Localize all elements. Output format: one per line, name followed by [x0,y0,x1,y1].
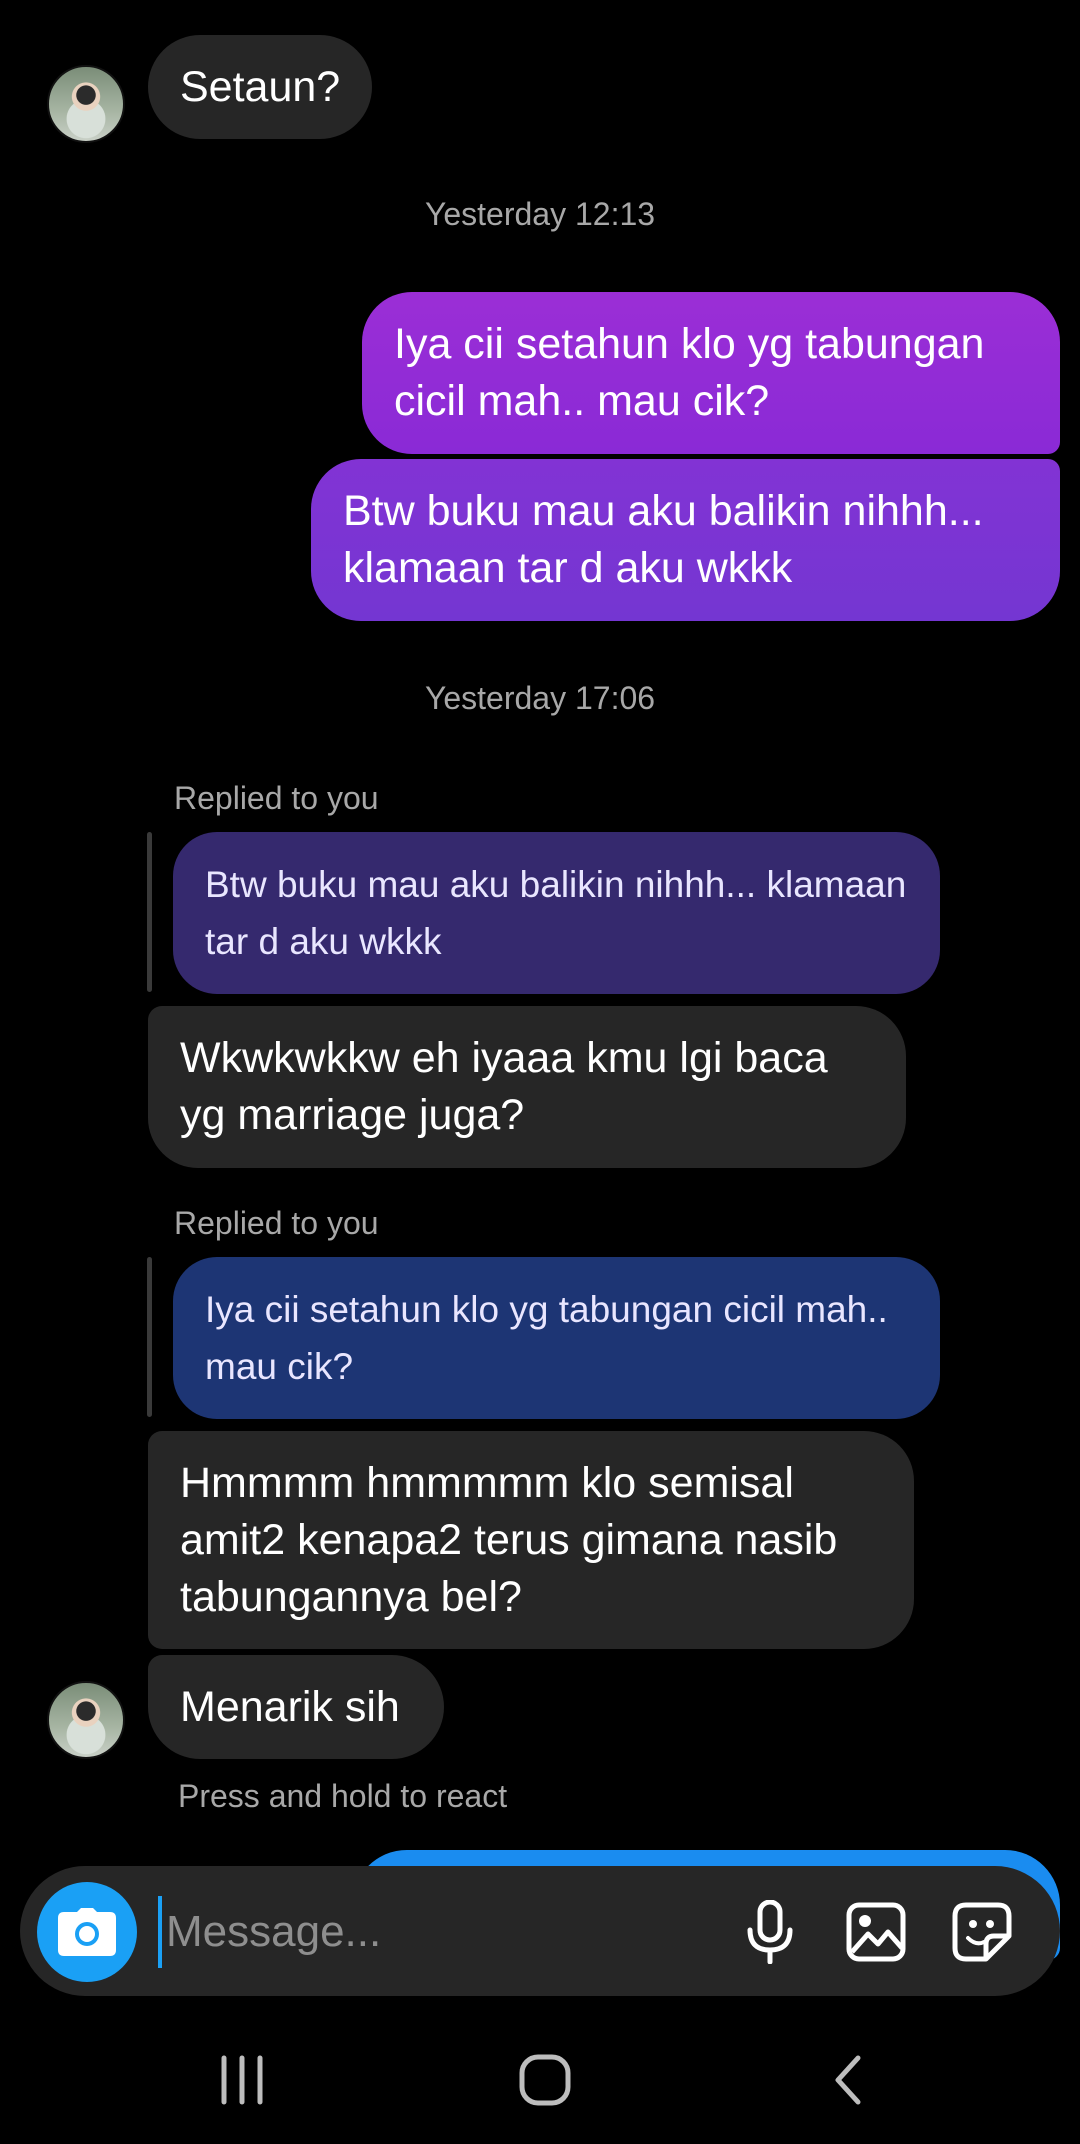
quote-text: Iya cii setahun klo yg tabungan cicil ma… [205,1289,888,1387]
home-button[interactable] [515,2050,575,2110]
camera-icon [58,1908,116,1956]
message-bubble-outgoing[interactable]: Btw buku mau aku balikin nihhh... klamaa… [311,459,1060,621]
timestamp: Yesterday 12:13 [424,196,656,232]
message-text: Setaun? [180,62,341,111]
reply-quote-bubble[interactable]: Btw buku mau aku balikin nihhh... klamaa… [173,832,940,994]
reply-indicator-line [147,1257,152,1417]
back-button[interactable] [822,2052,878,2108]
replied-label: Replied to you [174,1205,379,1241]
sticker-icon [952,1902,1012,1962]
gallery-icon [846,1902,906,1962]
message-bubble-incoming[interactable]: Menarik sih [148,1655,444,1759]
sender-avatar[interactable] [47,65,125,143]
microphone-icon [747,1900,793,1964]
reply-indicator-line [147,832,152,992]
message-text: Wkwkwkkw eh iyaaa kmu lgi baca yg marria… [180,1034,828,1139]
message-text: Hmmmm hmmmmm klo semisal amit2 kenapa2 t… [180,1458,838,1621]
microphone-button[interactable] [734,1896,806,1968]
message-bubble-incoming[interactable]: Wkwkwkkw eh iyaaa kmu lgi baca yg marria… [148,1006,906,1168]
message-bubble-outgoing[interactable]: Iya cii setahun klo yg tabungan cicil ma… [362,292,1060,454]
message-bubble-incoming[interactable]: Setaun? [148,35,372,139]
message-text: Btw buku mau aku balikin nihhh... klamaa… [343,487,984,592]
message-text: Menarik sih [180,1682,400,1731]
home-icon [519,2054,571,2106]
camera-button[interactable] [37,1882,137,1982]
recent-apps-button[interactable] [212,2052,272,2108]
message-input[interactable] [158,1896,728,1968]
reply-quote-bubble[interactable]: Iya cii setahun klo yg tabungan cicil ma… [173,1257,940,1419]
message-bubble-incoming[interactable]: Hmmmm hmmmmm klo semisal amit2 kenapa2 t… [148,1431,914,1649]
replied-label: Replied to you [174,780,379,816]
back-icon [835,2055,861,2105]
timestamp: Yesterday 17:06 [424,680,656,716]
message-text: Iya cii setahun klo yg tabungan cicil ma… [394,320,985,425]
quote-text: Btw buku mau aku balikin nihhh... klamaa… [205,864,907,962]
recent-apps-icon [221,2055,263,2105]
cut-off-text [380,0,440,2]
sticker-button[interactable] [946,1896,1018,1968]
gallery-button[interactable] [840,1896,912,1968]
sender-avatar[interactable] [47,1681,125,1759]
react-hint: Press and hold to react [178,1778,508,1814]
